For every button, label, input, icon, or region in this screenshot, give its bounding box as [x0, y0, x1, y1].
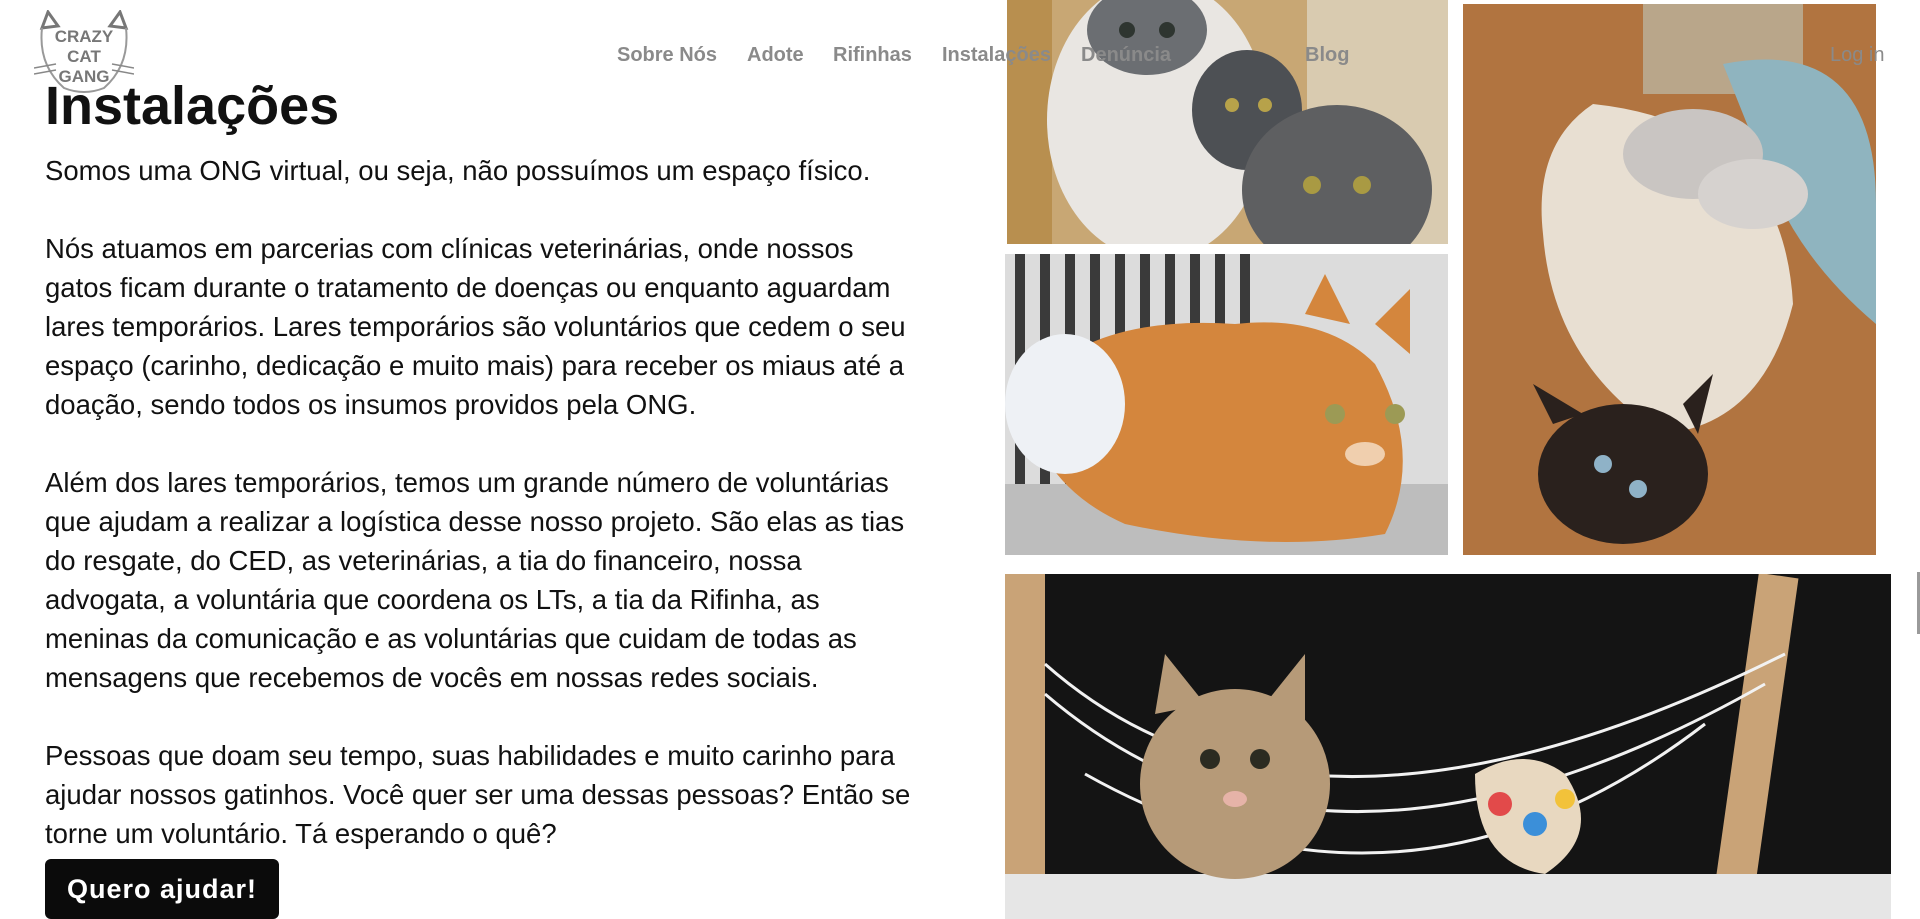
- nav-item-adote[interactable]: Adote: [747, 44, 804, 67]
- intro-paragraph: Somos uma ONG virtual, ou seja, não poss…: [45, 155, 871, 186]
- quero-ajudar-button[interactable]: Quero ajudar!: [45, 859, 280, 919]
- nav-item-denuncia[interactable]: Denúncia: [1081, 44, 1171, 67]
- partnerships-paragraph: Nós atuamos em parcerias com clínicas ve…: [45, 233, 906, 420]
- nav-item-rifinhas[interactable]: Rifinhas: [833, 44, 912, 67]
- call-to-action-paragraph: Pessoas que doam seu tempo, suas habilid…: [45, 740, 911, 849]
- main-nav: Sobre Nós Adote Rifinhas Instalações Den…: [0, 44, 1920, 68]
- volunteers-paragraph: Além dos lares temporários, temos um gra…: [45, 467, 905, 693]
- nav-item-blog[interactable]: Blog: [1305, 44, 1349, 67]
- nav-item-instalacoes[interactable]: Instalações: [942, 44, 1051, 67]
- hammock-cat-photo: [1005, 574, 1891, 919]
- orange-cat-photo: [1005, 254, 1448, 555]
- kittens-photo: [1007, 0, 1448, 244]
- siamese-cat-photo: [1463, 4, 1876, 555]
- login-link[interactable]: Log in: [1830, 44, 1885, 67]
- page-title: Instalações: [45, 76, 340, 136]
- nav-item-sobre-nos[interactable]: Sobre Nós: [617, 44, 717, 67]
- main-content: Instalações Somos uma ONG virtual, ou se…: [45, 73, 915, 853]
